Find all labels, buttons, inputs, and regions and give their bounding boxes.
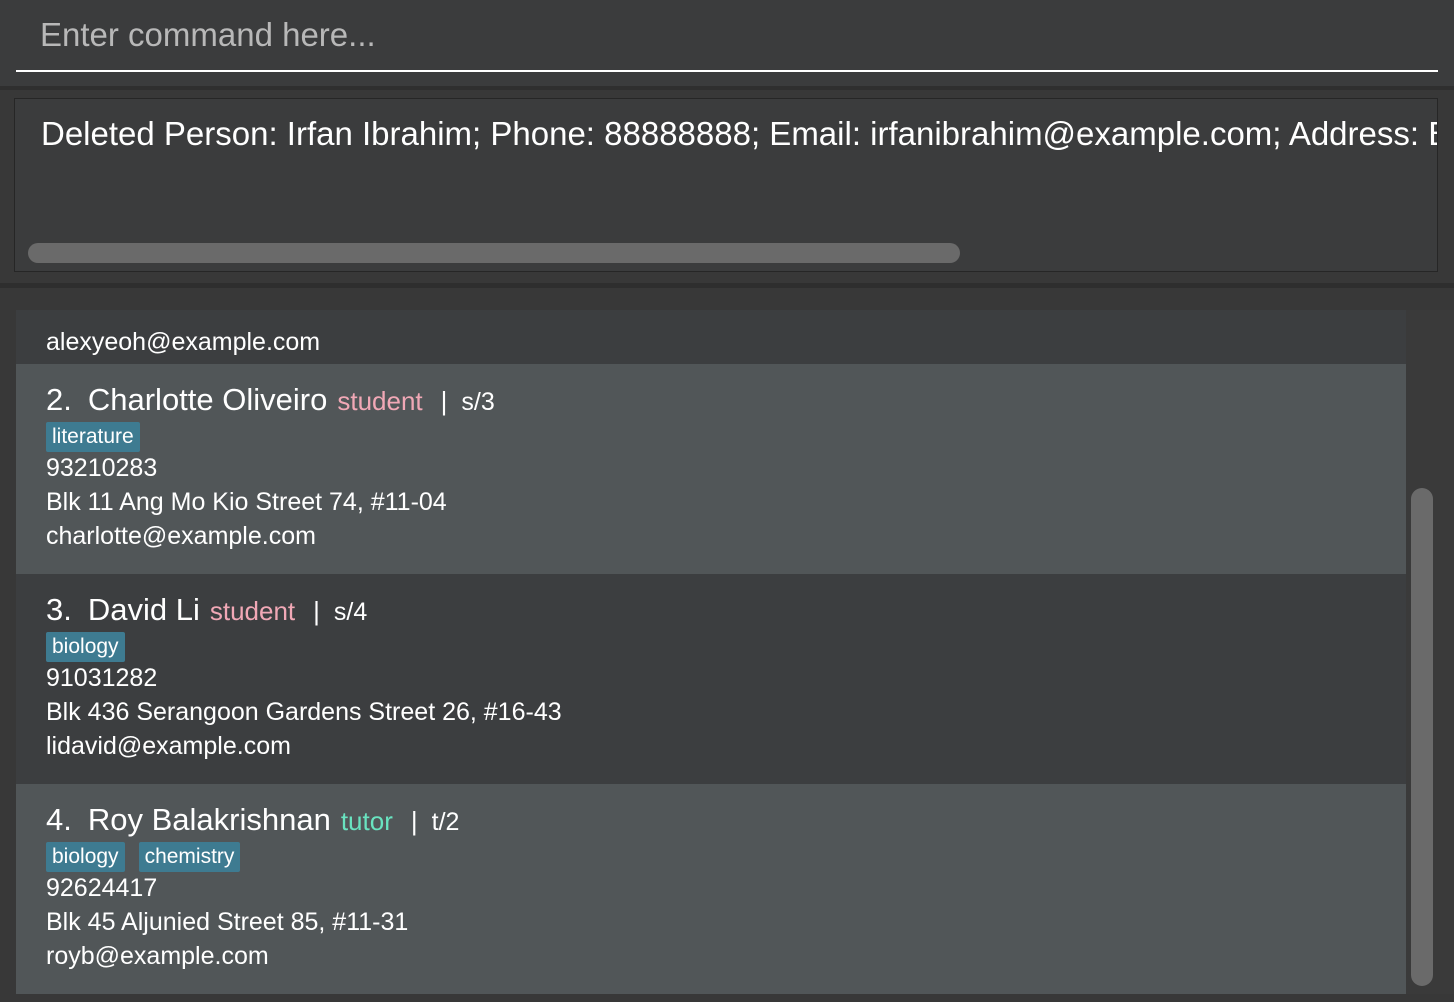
horizontal-scrollbar[interactable]	[28, 243, 960, 263]
person-email: royb@example.com	[46, 942, 269, 970]
person-code: t/2	[431, 808, 460, 836]
header-separator: |	[410, 806, 418, 836]
result-message: Deleted Person: Irfan Ibrahim; Phone: 88…	[41, 115, 1438, 152]
person-card[interactable]: 3. David Li student | s/4 biology 910312…	[16, 574, 1406, 784]
person-phone: 91031282	[46, 664, 158, 692]
person-code: s/3	[461, 388, 495, 416]
tag-list: literature	[46, 422, 140, 452]
person-index: 4.	[46, 802, 72, 837]
person-address: Blk 11 Ang Mo Kio Street 74, #11-04	[46, 488, 447, 516]
header-separator: |	[313, 596, 320, 626]
result-display-panel: Deleted Person: Irfan Ibrahim; Phone: 88…	[0, 90, 1454, 283]
person-header: 3. David Li student | s/4	[46, 592, 367, 632]
person-card[interactable]: 4. Roy Balakrishnan tutor | t/2 biology …	[16, 784, 1406, 994]
person-name: Charlotte Oliveiro	[87, 382, 328, 417]
command-box	[0, 0, 1454, 86]
tag-list: biology	[46, 632, 125, 662]
person-address: Blk 45 Aljunied Street 85, #11-31	[46, 908, 409, 936]
person-name: Roy Balakrishnan	[87, 802, 331, 837]
person-index: 3.	[46, 592, 72, 627]
person-role: student	[337, 386, 423, 416]
result-display: Deleted Person: Irfan Ibrahim; Phone: 88…	[14, 98, 1438, 272]
subject-tag: biology	[46, 842, 125, 872]
person-role: student	[209, 596, 296, 626]
person-email: charlotte@example.com	[46, 522, 316, 550]
person-name: David Li	[87, 592, 200, 627]
person-list[interactable]: alexyeoh@example.com 2. Charlotte Olivei…	[16, 310, 1406, 994]
person-card[interactable]: 2. Charlotte Oliveiro student | s/3 lite…	[16, 364, 1406, 574]
person-header: 2. Charlotte Oliveiro student | s/3	[46, 382, 495, 422]
tag-list: biology chemistry	[46, 842, 241, 872]
person-index: 2.	[46, 382, 72, 417]
command-input[interactable]	[16, 0, 1438, 72]
vertical-scrollbar-thumb[interactable]	[1411, 488, 1433, 986]
subject-tag: literature	[46, 422, 140, 452]
person-role: tutor	[340, 806, 393, 836]
person-phone: 92624417	[46, 874, 158, 902]
person-list-panel: alexyeoh@example.com 2. Charlotte Olivei…	[0, 288, 1454, 1002]
header-separator: |	[440, 386, 448, 416]
person-address: Blk 436 Serangoon Gardens Street 26, #16…	[46, 698, 562, 726]
person-code: s/4	[333, 598, 368, 626]
person-email: lidavid@example.com	[46, 732, 291, 760]
person-card[interactable]: alexyeoh@example.com	[16, 310, 1406, 364]
subject-tag: chemistry	[138, 842, 241, 872]
person-header: 4. Roy Balakrishnan tutor | t/2	[46, 802, 459, 842]
person-email: alexyeoh@example.com	[46, 328, 321, 356]
person-phone: 93210283	[46, 454, 158, 482]
subject-tag: biology	[46, 632, 125, 662]
